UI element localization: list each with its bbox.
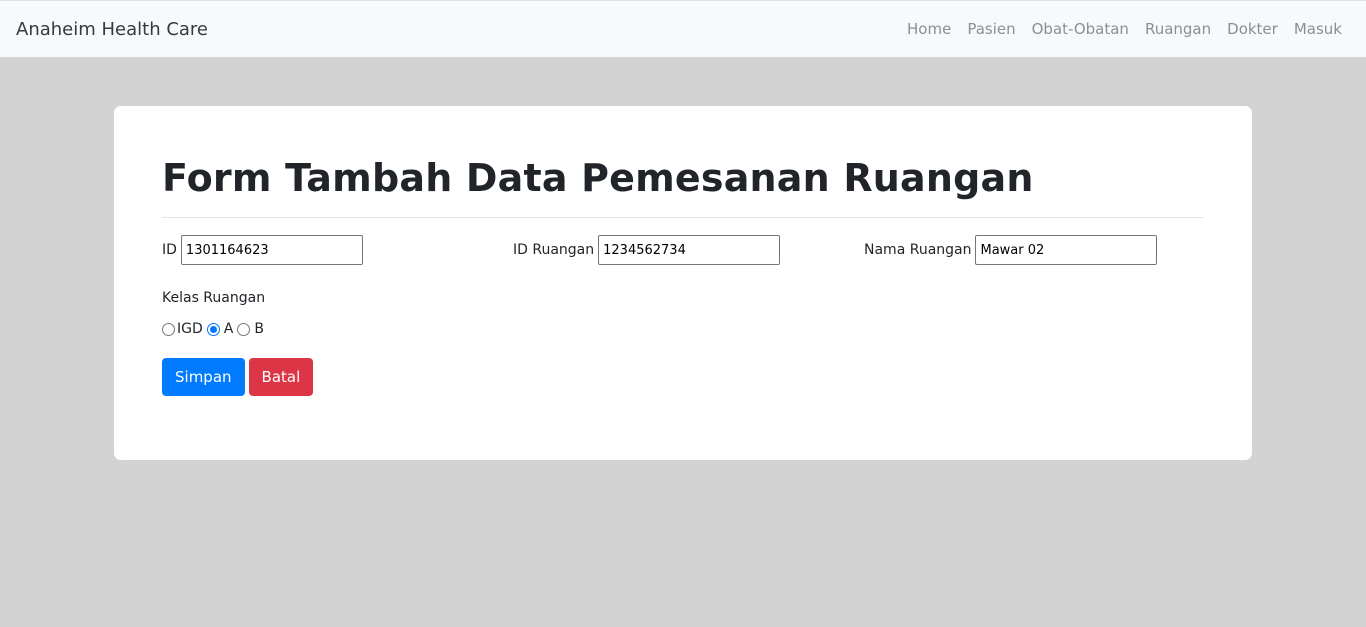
cancel-button[interactable]: Batal [248,358,314,396]
field-row: ID ID Ruangan Nama Ruangan [162,235,1204,265]
nav-link-ruangan[interactable]: Ruangan [1137,20,1219,38]
room-class-radio-group: IGD A B [162,321,268,337]
nav-link-obat-obatan[interactable]: Obat-Obatan [1024,20,1137,38]
navbar: Anaheim Health Care Home Pasien Obat-Oba… [0,0,1366,57]
radio-igd[interactable] [162,322,175,336]
nav-link-dokter[interactable]: Dokter [1219,20,1286,38]
radio-a[interactable] [206,322,220,336]
id-label: ID [162,242,177,258]
page-title: Form Tambah Data Pemesanan Ruangan [162,156,1034,200]
room-class-label: Kelas Ruangan [162,290,266,306]
nav-links: Home Pasien Obat-Obatan Ruangan Dokter M… [899,20,1350,38]
room-id-label: ID Ruangan [513,242,595,258]
brand-link[interactable]: Anaheim Health Care [16,19,208,40]
id-field-group: ID [162,235,363,265]
button-row: Simpan Batal [162,358,314,396]
radio-igd-label: IGD [177,321,203,337]
radio-a-label: A [223,321,234,337]
id-input[interactable] [180,235,363,265]
room-name-field-group: Nama Ruangan [864,235,1158,265]
save-button[interactable]: Simpan [162,358,245,396]
nav-link-pasien[interactable]: Pasien [959,20,1023,38]
radio-b[interactable] [237,322,251,336]
room-id-field-group: ID Ruangan [513,235,781,265]
room-id-input[interactable] [598,235,781,265]
nav-link-masuk[interactable]: Masuk [1286,20,1350,38]
radio-b-label: B [254,321,264,337]
form-card: Form Tambah Data Pemesanan Ruangan ID ID… [114,106,1252,460]
room-name-input[interactable] [975,235,1158,265]
nav-link-home[interactable]: Home [899,20,959,38]
title-divider [162,217,1204,218]
room-name-label: Nama Ruangan [864,242,972,258]
